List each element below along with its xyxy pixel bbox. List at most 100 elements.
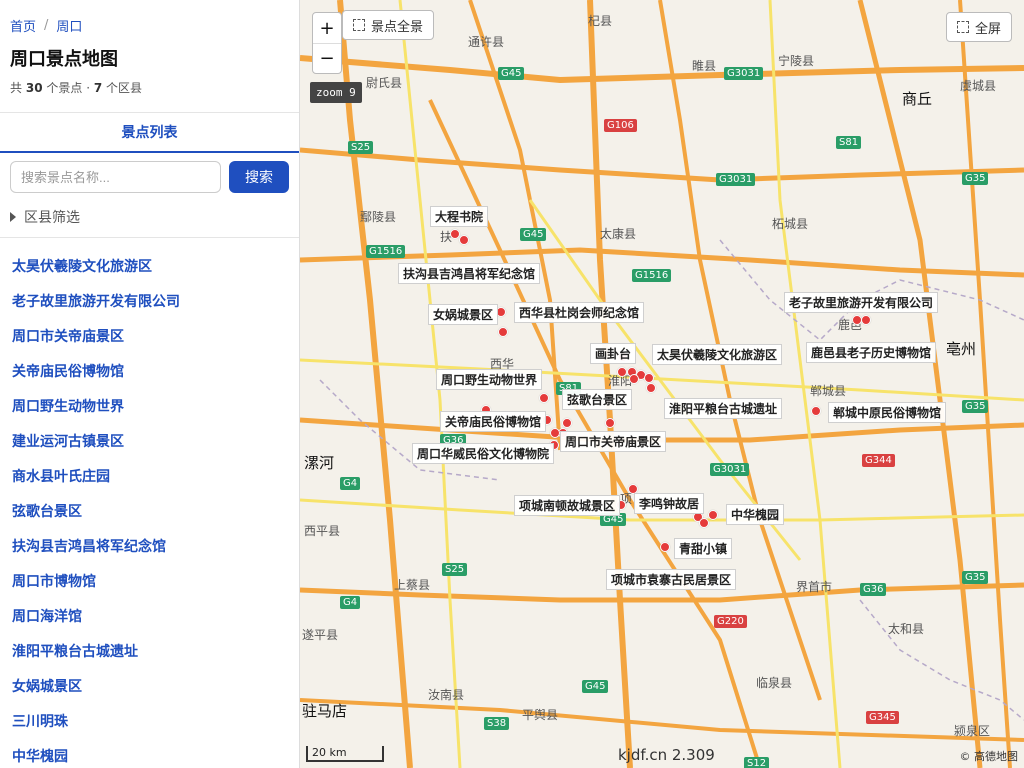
place-label: 杞县 (588, 14, 613, 28)
tab-spot-list[interactable]: 景点列表 (122, 122, 178, 142)
road-shield: G1516 (366, 245, 406, 258)
zoom-level-label: zoom 9 (310, 82, 362, 103)
list-item[interactable]: 周口市关帝庙景区 (0, 318, 299, 353)
poi-label[interactable]: 弦歌台景区 (562, 389, 633, 410)
poi-label[interactable]: 大程书院 (430, 206, 489, 227)
list-item[interactable]: 周口海洋馆 (0, 598, 299, 633)
zoom-out-button[interactable]: − (313, 43, 341, 73)
place-label: 西平县 (304, 524, 341, 538)
poi-marker[interactable] (498, 327, 508, 337)
search-button[interactable]: 搜索 (229, 161, 289, 193)
caret-right-icon (10, 212, 16, 222)
poi-label[interactable]: 周口市关帝庙景区 (560, 431, 667, 452)
poi-marker[interactable] (646, 383, 656, 393)
road-shield: G45 (582, 680, 609, 693)
road-shield: G344 (862, 454, 895, 467)
district-filter-toggle[interactable]: 区县筛选 (0, 193, 299, 238)
zoom-in-button[interactable]: + (313, 13, 341, 43)
poi-label[interactable]: 太昊伏羲陵文化旅游区 (652, 344, 783, 365)
road-shield: S25 (442, 563, 468, 576)
map-canvas[interactable]: + − zoom 9 景点全景 全屏 商丘 亳州 漯河 驻马店 杞县 通许县 睢… (300, 0, 1024, 768)
list-item[interactable]: 三川明珠 (0, 703, 299, 738)
list-item[interactable]: 商水县叶氏庄园 (0, 458, 299, 493)
list-item[interactable]: 周口野生动物世界 (0, 388, 299, 423)
poi-label[interactable]: 关帝庙民俗博物馆 (440, 411, 547, 432)
poi-label[interactable]: 项城南顿故城景区 (514, 495, 621, 516)
poi-marker[interactable] (811, 406, 821, 416)
poi-label[interactable]: 郸城中原民俗博物馆 (828, 402, 947, 423)
poi-marker[interactable] (605, 418, 615, 428)
place-label: 睢县 (692, 59, 717, 73)
search-input[interactable] (10, 161, 221, 193)
poi-marker[interactable] (550, 428, 560, 438)
summary-text: 共 30 个景点 · 7 个区县 (0, 75, 299, 96)
road-shield: S81 (836, 136, 862, 149)
place-label: 太康县 (600, 227, 637, 241)
place-label: 界首市 (796, 580, 833, 594)
overview-button-label: 景点全景 (371, 19, 424, 35)
breadcrumb-current[interactable]: 周口 (56, 16, 82, 35)
city-label: 亳州 (946, 340, 977, 358)
road-shield: G35 (962, 400, 989, 413)
place-label: 汝南县 (428, 688, 465, 702)
list-item[interactable]: 建业运河古镇景区 (0, 423, 299, 458)
poi-marker[interactable] (708, 510, 718, 520)
poi-label[interactable]: 扶沟县吉鸿昌将军纪念馆 (398, 263, 541, 284)
poi-label[interactable]: 中华槐园 (726, 504, 785, 525)
poi-marker[interactable] (861, 315, 871, 325)
place-label: 虞城县 (960, 79, 997, 93)
list-item[interactable]: 中华槐园 (0, 738, 299, 768)
spots-unit: 个景点 · (46, 81, 91, 95)
districts-count: 7 (93, 81, 103, 95)
road-shield: S12 (744, 757, 770, 768)
poi-marker[interactable] (699, 518, 709, 528)
poi-label[interactable]: 青甜小镇 (674, 538, 733, 559)
districts-unit: 个区县 (106, 81, 143, 95)
poi-label[interactable]: 项城市袁寨古民居景区 (606, 569, 737, 590)
poi-label[interactable]: 画卦台 (590, 343, 637, 364)
list-item[interactable]: 太昊伏羲陵文化旅游区 (0, 248, 299, 283)
list-item[interactable]: 老子故里旅游开发有限公司 (0, 283, 299, 318)
poi-label[interactable]: 周口野生动物世界 (436, 369, 543, 390)
poi-marker[interactable] (539, 393, 549, 403)
list-item[interactable]: 淮阳平粮台古城遗址 (0, 633, 299, 668)
place-label: 通许县 (468, 35, 505, 49)
list-item[interactable]: 关帝庙民俗博物馆 (0, 353, 299, 388)
road-shield: G1516 (632, 269, 672, 282)
poi-marker[interactable] (660, 542, 670, 552)
place-label: 平舆县 (522, 708, 559, 722)
page-title: 周口景点地图 (10, 49, 118, 70)
district-filter-label: 区县筛选 (24, 210, 80, 226)
poi-marker[interactable] (459, 235, 469, 245)
road-shield: G36 (860, 583, 887, 596)
city-label: 商丘 (902, 90, 933, 108)
poi-marker[interactable] (644, 373, 654, 383)
poi-label[interactable]: 西华县杜岗会师纪念馆 (514, 302, 645, 323)
poi-label[interactable]: 老子故里旅游开发有限公司 (784, 292, 939, 313)
road-shield: G35 (962, 172, 989, 185)
poi-label[interactable]: 淮阳平粮台古城遗址 (664, 398, 783, 419)
poi-label[interactable]: 周口华威民俗文化博物院 (412, 443, 555, 464)
list-item[interactable]: 女娲城景区 (0, 668, 299, 703)
overview-button[interactable]: 景点全景 (342, 10, 435, 40)
list-item[interactable]: 周口市博物馆 (0, 563, 299, 598)
spots-count: 30 (25, 81, 43, 95)
poi-label[interactable]: 李鸣钟故居 (634, 493, 705, 514)
poi-label[interactable]: 女娲城景区 (428, 304, 499, 325)
fullscreen-button[interactable]: 全屏 (945, 12, 1012, 42)
place-label: 郸城县 (810, 384, 847, 398)
poi-marker[interactable] (629, 374, 639, 384)
zoom-control: + − (312, 12, 342, 74)
breadcrumb-home[interactable]: 首页 (10, 16, 36, 35)
place-label: 遂平县 (302, 628, 339, 642)
poi-label[interactable]: 鹿邑县老子历史博物馆 (806, 342, 937, 363)
road-shield: G3031 (724, 67, 764, 80)
road-shield: G45 (520, 228, 547, 241)
list-item[interactable]: 弦歌台景区 (0, 493, 299, 528)
road-shield: G35 (962, 571, 989, 584)
poi-marker[interactable] (617, 367, 627, 377)
list-item[interactable]: 扶沟县吉鸿昌将军纪念馆 (0, 528, 299, 563)
place-label: 尉氏县 (366, 76, 403, 90)
tab-bar: 景点列表 (0, 112, 299, 153)
poi-marker[interactable] (562, 418, 572, 428)
